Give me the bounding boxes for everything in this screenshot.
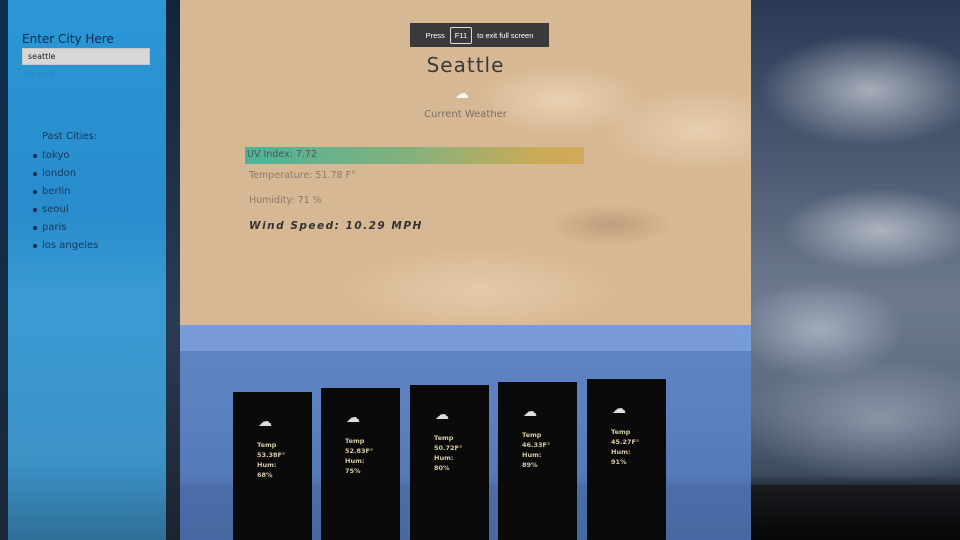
forecast-panel: ☁ Temp 53.38F° Hum: 68% ☁ Temp 52.83F° H… [180, 325, 751, 540]
forecast-card: ☁ Temp 50.72F° Hum: 80% [410, 385, 489, 540]
past-city-item[interactable]: los angeles [32, 237, 98, 255]
forecast-card: ☁ Temp 45.27F° Hum: 91% [587, 379, 666, 540]
uv-index-text: UV Index: 7.72 [247, 149, 317, 160]
forecast-temp-label: Temp [611, 428, 631, 436]
forecast-header-band [180, 325, 751, 351]
forecast-hum-label: Hum: [434, 454, 454, 462]
wind-speed-text: Wind Speed: 10.29 MPH [249, 220, 423, 232]
past-city-item[interactable]: seoul [32, 201, 98, 219]
forecast-card: ☁ Temp 46.33F° Hum: 89% [498, 382, 577, 540]
temperature-text: Temperature: 51.78 F° [249, 170, 356, 181]
forecast-hum: 68% [257, 471, 273, 479]
forecast-temp: 50.72F° [434, 444, 463, 452]
forecast-card: ☁ Temp 52.83F° Hum: 75% [321, 388, 400, 540]
cloud-icon: ☁ [435, 407, 449, 423]
forecast-hum: 75% [345, 467, 361, 475]
cloud-icon: ☁ [346, 410, 360, 426]
forecast-temp: 52.83F° [345, 447, 374, 455]
cloud-icon: ☁ [455, 86, 469, 102]
current-weather-panel: Seattle ☁ Current Weather UV Index: 7.72… [180, 0, 751, 325]
forecast-hum-label: Hum: [257, 461, 277, 469]
forecast-hum-label: Hum: [522, 451, 542, 459]
forecast-hum-label: Hum: [611, 448, 631, 456]
forecast-card: ☁ Temp 53.38F° Hum: 68% [233, 392, 312, 540]
current-weather-label: Current Weather [424, 109, 507, 120]
forecast-hum-label: Hum: [345, 457, 365, 465]
forecast-temp-label: Temp [434, 434, 454, 442]
humidity-text: Humidity: 71 % [249, 195, 322, 206]
notice-suffix: to exit full screen [477, 30, 534, 40]
fullscreen-notice: Press F11 to exit full screen [410, 23, 549, 47]
past-cities-list: tokyo london berlin seoul paris los ange… [8, 147, 98, 255]
forecast-hum: 91% [611, 458, 627, 466]
past-city-item[interactable]: paris [32, 219, 98, 237]
past-city-item[interactable]: tokyo [32, 147, 98, 165]
forecast-temp: 46.33F° [522, 441, 551, 449]
left-edge-strip [0, 0, 8, 540]
background-gap [166, 0, 180, 540]
enter-city-label: Enter City Here [22, 32, 114, 46]
sidebar: Enter City Here Search Past Cities: toky… [8, 0, 166, 540]
past-city-item[interactable]: london [32, 165, 98, 183]
forecast-temp-label: Temp [257, 441, 277, 449]
forecast-temp: 45.27F° [611, 438, 640, 446]
city-title: Seattle [426, 53, 505, 77]
notice-press: Press [425, 30, 445, 40]
forecast-temp-label: Temp [345, 437, 365, 445]
forecast-temp-label: Temp [522, 431, 542, 439]
forecast-temp: 53.38F° [257, 451, 286, 459]
search-button[interactable]: Search [24, 70, 55, 80]
cloud-icon: ☁ [523, 404, 537, 420]
uv-index-bar: UV Index: 7.72 [245, 147, 584, 164]
past-cities-title: Past Cities: [42, 131, 98, 142]
f11-key: F11 [449, 26, 473, 44]
cloud-icon: ☁ [258, 414, 272, 430]
forecast-hum: 80% [434, 464, 450, 472]
forecast-hum: 89% [522, 461, 538, 469]
city-search-input[interactable] [22, 48, 150, 65]
cloud-icon: ☁ [612, 401, 626, 417]
past-city-item[interactable]: berlin [32, 183, 98, 201]
